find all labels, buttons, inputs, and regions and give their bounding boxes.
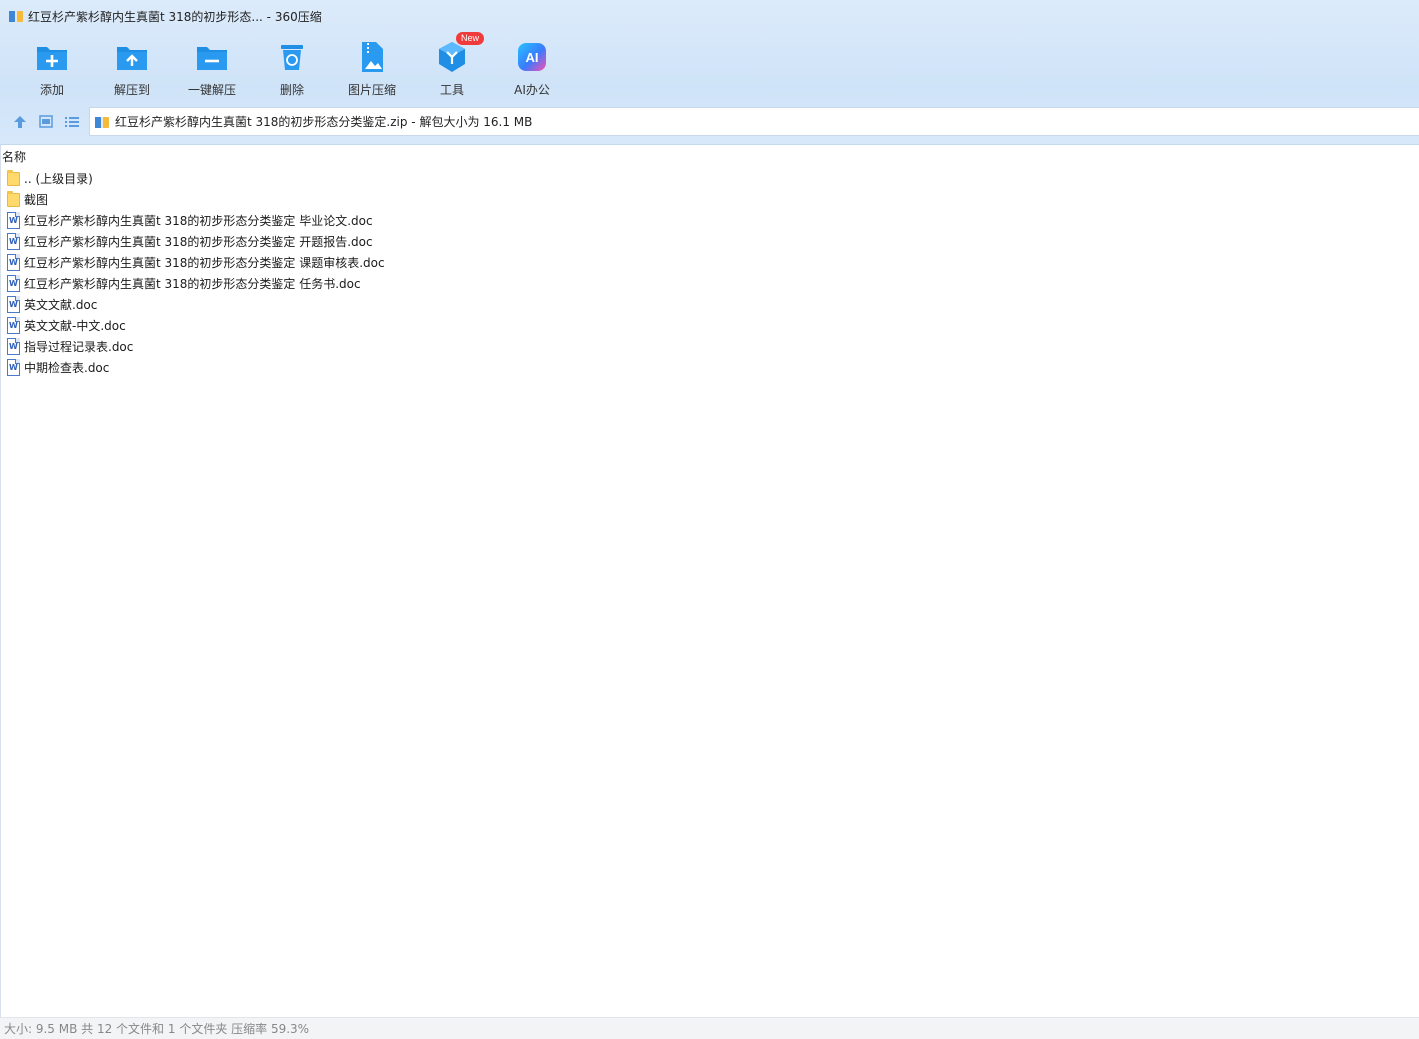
file-name: 红豆杉产紫杉醇内生真菌t 318的初步形态分类鉴定 任务书.doc [24,277,361,291]
thumbnail-view-icon[interactable] [37,113,55,131]
list-item[interactable]: .. (上级目录) [1,168,385,189]
list-item[interactable]: 红豆杉产紫杉醇内生真菌t 318的初步形态分类鉴定 任务书.doc [1,273,385,294]
word-doc-icon [6,296,21,313]
add-folder-icon [34,39,70,75]
one-click-extract-label: 一键解压 [187,83,236,97]
window-title: 红豆杉产紫杉醇内生真菌t 318的初步形态... - 360压缩 [28,9,322,24]
word-doc-icon [6,233,21,250]
word-doc-icon [6,254,21,271]
title-bar: 红豆杉产紫杉醇内生真菌t 318的初步形态... - 360压缩 [0,0,1419,32]
list-item[interactable]: 红豆杉产紫杉醇内生真菌t 318的初步形态分类鉴定 课题审核表.doc [1,252,385,273]
word-doc-icon [6,212,21,229]
toolbar: 添加 解压到 一键解压 删除 图片压缩 New 工具 AI AI办公 [12,32,572,100]
top-panel: 红豆杉产紫杉醇内生真菌t 318的初步形态... - 360压缩 添加 解压到 … [0,0,1419,145]
word-doc-icon [6,317,21,334]
list-item[interactable]: 中期检查表.doc [1,357,385,378]
list-item[interactable]: 英文文献.doc [1,294,385,315]
one-click-extract-button[interactable]: 一键解压 [172,36,252,100]
file-name: .. (上级目录) [24,172,93,186]
path-text: 红豆杉产紫杉醇内生真菌t 318的初步形态分类鉴定.zip - 解包大小为 16… [115,115,533,129]
folder-icon [6,191,21,208]
ai-office-icon: AI [514,39,550,75]
extract-to-button[interactable]: 解压到 [92,36,172,100]
delete-label: 删除 [279,83,304,97]
svg-text:AI: AI [526,50,539,65]
word-doc-icon [6,275,21,292]
ai-office-button[interactable]: AI AI办公 [492,36,572,100]
column-header-name[interactable]: 名称 [1,148,26,164]
archive-icon [8,8,24,24]
folder-icon [6,170,21,187]
extract-to-icon [114,39,150,75]
image-compress-label: 图片压缩 [347,83,396,97]
list-item[interactable]: 红豆杉产紫杉醇内生真菌t 318的初步形态分类鉴定 开题报告.doc [1,231,385,252]
file-name: 红豆杉产紫杉醇内生真菌t 318的初步形态分类鉴定 课题审核表.doc [24,256,385,270]
list-item[interactable]: 截图 [1,189,385,210]
list-item[interactable]: 红豆杉产紫杉醇内生真菌t 318的初步形态分类鉴定 毕业论文.doc [1,210,385,231]
file-name: 截图 [24,193,49,207]
one-click-extract-icon [194,39,230,75]
file-name: 红豆杉产紫杉醇内生真菌t 318的初步形态分类鉴定 毕业论文.doc [24,214,373,228]
path-bar[interactable]: 红豆杉产紫杉醇内生真菌t 318的初步形态分类鉴定.zip - 解包大小为 16… [89,107,1419,136]
status-text: 大小: 9.5 MB 共 12 个文件和 1 个文件夹 压缩率 59.3% [4,1022,310,1036]
app-window: 红豆杉产紫杉醇内生真菌t 318的初步形态... - 360压缩 添加 解压到 … [0,0,1419,1039]
file-rows: .. (上级目录) 截图红豆杉产紫杉醇内生真菌t 318的初步形态分类鉴定 毕业论… [1,168,385,378]
list-view-icon[interactable] [63,113,81,131]
image-compress-button[interactable]: 图片压缩 [332,36,412,100]
file-name: 英文文献.doc [24,298,98,312]
status-bar: 大小: 9.5 MB 共 12 个文件和 1 个文件夹 压缩率 59.3% [0,1017,1419,1039]
file-list[interactable]: 名称 .. (上级目录) 截图红豆杉产紫杉醇内生真菌t 318的初步形态分类鉴定 … [0,145,1419,1017]
file-name: 中期检查表.doc [24,361,110,375]
delete-button[interactable]: 删除 [252,36,332,100]
up-arrow-icon[interactable] [11,113,29,131]
new-badge: New [456,32,485,45]
file-name: 红豆杉产紫杉醇内生真菌t 318的初步形态分类鉴定 开题报告.doc [24,235,373,249]
add-button[interactable]: 添加 [12,36,92,100]
extract-to-label: 解压到 [113,83,150,97]
word-doc-icon [6,338,21,355]
recycle-bin-icon [274,39,310,75]
word-doc-icon [6,359,21,376]
tools-button[interactable]: New 工具 [412,32,492,100]
list-item[interactable]: 英文文献-中文.doc [1,315,385,336]
file-name: 指导过程记录表.doc [24,340,134,354]
ai-office-label: AI办公 [514,83,550,97]
add-label: 添加 [39,83,64,97]
list-item[interactable]: 指导过程记录表.doc [1,336,385,357]
tools-label: 工具 [439,83,464,97]
file-name: 英文文献-中文.doc [24,319,126,333]
archive-icon [94,114,110,130]
image-compress-icon [354,39,390,75]
